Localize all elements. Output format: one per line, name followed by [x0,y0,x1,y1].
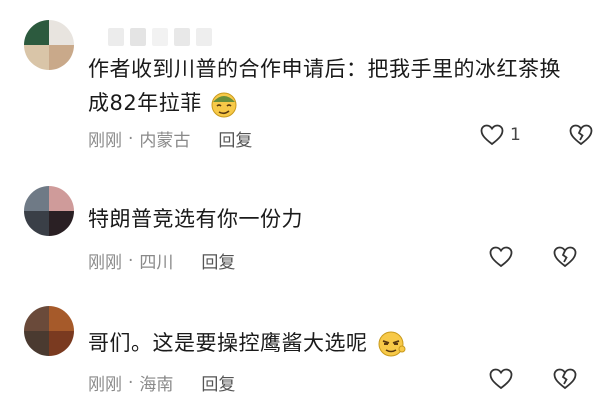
comment-text-line: 哥们。这是要操控鹰酱大选呢 [88,326,407,360]
comment-text-line: 作者收到川普的合作申请后：把我手里的冰红茶换 [88,57,561,81]
dislike-button[interactable] [569,124,593,146]
comment-item: 哥们。这是要操控鹰酱大选呢 刚刚 · 海南 回复 [0,292,600,400]
time-label: 刚刚 [88,375,122,395]
avatar[interactable] [24,306,74,356]
sly-emoji-icon [378,331,406,357]
like-button[interactable]: 1 [480,124,521,146]
dislike-button[interactable] [553,368,577,390]
broken-heart-icon [569,124,593,146]
time-label: 刚刚 [88,131,122,151]
broken-heart-icon [553,246,577,268]
broken-heart-icon [553,368,577,390]
smirk-emoji-icon [211,92,237,118]
comment-text: 作者收到川普的合作申请后：把我手里的冰红茶换 成82年拉菲 [88,52,561,120]
comment-item: 特朗普竞选有你一份力 刚刚 · 四川 回复 [0,170,600,280]
comment-item: 作者收到川普的合作申请后：把我手里的冰红茶换 成82年拉菲 刚刚 · 内蒙古 回… [0,0,600,160]
comment-actions [489,368,577,390]
comment-text: 特朗普竞选有你一份力 [88,202,303,236]
reply-button[interactable]: 回复 [201,370,235,395]
avatar[interactable] [24,186,74,236]
username-blurred[interactable] [108,28,212,46]
location-label: 海南 [139,375,174,395]
comment-text: 哥们。这是要操控鹰酱大选呢 [88,326,407,360]
comment-actions: 1 [480,124,593,146]
separator: · [128,250,134,271]
comment-meta: 刚刚 · 海南 回复 [88,370,235,396]
location-label: 四川 [139,253,174,273]
dislike-button[interactable] [553,246,577,268]
heart-icon [480,124,504,146]
avatar[interactable] [24,20,74,70]
comment-meta: 刚刚 · 内蒙古 回复 [88,126,252,152]
like-button[interactable] [489,246,513,268]
comment-meta: 刚刚 · 四川 回复 [88,248,235,274]
reply-button[interactable]: 回复 [201,248,235,273]
comment-actions [489,246,577,268]
separator: · [128,128,134,149]
heart-icon [489,246,513,268]
like-count: 1 [510,125,521,145]
like-button[interactable] [489,368,513,390]
time-label: 刚刚 [88,253,122,273]
comment-text-line: 特朗普竞选有你一份力 [88,207,303,231]
reply-button[interactable]: 回复 [218,126,252,151]
separator: · [128,372,134,393]
comment-text-line: 成82年拉菲 [88,86,561,120]
location-label: 内蒙古 [139,131,191,151]
heart-icon [489,368,513,390]
